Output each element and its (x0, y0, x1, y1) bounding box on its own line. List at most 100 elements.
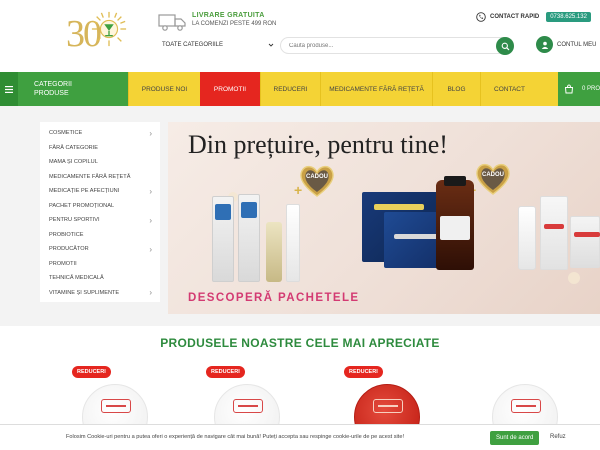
chevron-right-icon: › (149, 128, 152, 138)
account-label: CONTUL MEU (557, 41, 597, 48)
cookie-refuse-button[interactable]: Refuz (550, 434, 566, 440)
search-icon (501, 42, 509, 50)
nav-item-label: BLOG (447, 85, 466, 93)
contact-label: CONTACT RAPID (490, 14, 540, 20)
cart-label: 0 PRO (582, 86, 600, 92)
categories-menu-label: CATEGORII PRODUSE (34, 81, 72, 97)
category-sidebar: COSMETICE › FĂRĂ CATEGORIE MAMA ȘI COPILU… (40, 122, 160, 302)
cookie-message: Folosim Cookie-uri pentru a putea oferi … (66, 434, 404, 440)
site-header: 30 LIVRARE GRATUITA LA COMENZI PESTE 499… (0, 0, 600, 72)
quick-contact[interactable]: CONTACT RAPID 0738.625.132 (476, 12, 591, 22)
nav-item-label: PRODUSE NOI (141, 85, 188, 93)
nav-item-label: REDUCERI (273, 85, 308, 93)
product-box-label (241, 202, 257, 218)
sidebar-item-promo-pack[interactable]: PACHET PROMOȚIONAL (40, 199, 160, 214)
sidebar-item-medical-devices[interactable]: TEHNICĂ MEDICALĂ (40, 271, 160, 286)
chevron-down-icon (268, 43, 274, 47)
product-label-stamp (233, 399, 263, 413)
sidebar-item-medication-by-condition[interactable]: MEDICAȚIE PE AFECȚIUNI › (40, 184, 160, 199)
free-shipping-info: LIVRARE GRATUITA LA COMENZI PESTE 499 RO… (158, 12, 276, 32)
promo-banner[interactable]: Din prețuire, pentru tine! CADOU CADOU +… (168, 122, 600, 314)
heart-gift-icon: CADOU (474, 160, 512, 196)
categories-menu-button[interactable]: CATEGORII PRODUSE (0, 72, 128, 106)
nav-item-contact[interactable]: CONTACT (480, 72, 538, 106)
shipping-subtitle: LA COMENZI PESTE 499 RON (192, 21, 277, 27)
sun-logo-icon (91, 11, 127, 47)
nav-item-promotions[interactable]: PROMOTII (200, 72, 260, 106)
sidebar-item-label: PRODUCĂTOR (49, 246, 89, 253)
section-title: PRODUSELE NOASTRE CELE MAI APRECIATE (160, 336, 440, 350)
sidebar-item-probiotics[interactable]: PROBIOTICE (40, 228, 160, 243)
sidebar-item-mother-child[interactable]: MAMA ȘI COPILUL (40, 155, 160, 170)
product-box-label (394, 234, 442, 239)
category-select-value: TOATE CATEGORIILE (162, 42, 224, 48)
product-box-image (540, 196, 568, 270)
nav-item-new-products[interactable]: PRODUSE NOI (128, 72, 200, 106)
search-input[interactable] (289, 41, 489, 51)
cart-button[interactable]: 0 PRO (558, 72, 600, 106)
discount-badge: REDUCERI (206, 366, 245, 378)
sidebar-item-otc-medicines[interactable]: MEDICAMENTE FĂRĂ REȚETĂ (40, 170, 160, 185)
nav-item-otc-medicines[interactable]: MEDICAMENTE FĂRĂ REȚETĂ (320, 72, 432, 106)
shipping-title: LIVRARE GRATUITA (192, 12, 265, 19)
main-nav: CATEGORII PRODUSE PRODUSE NOI PROMOTII R… (0, 72, 600, 106)
cookie-accept-button[interactable]: Sunt de acord (490, 431, 540, 445)
product-box-label (215, 204, 231, 220)
site-logo[interactable]: 30 (66, 10, 128, 56)
sidebar-item-label: COSMETICE (49, 130, 83, 137)
sparkle-decoration (568, 272, 580, 284)
product-label-stamp (373, 399, 403, 413)
sidebar-item-label: MAMA ȘI COPILUL (49, 159, 98, 166)
bottle-cap (444, 176, 466, 186)
category-select[interactable]: TOATE CATEGORIILE (162, 38, 274, 52)
plus-icon: + (294, 182, 303, 198)
cart-icon (564, 84, 574, 94)
product-label-stamp (101, 399, 131, 413)
banner-title: Din prețuire, pentru tine! (188, 130, 448, 159)
product-label-stamp (511, 399, 541, 413)
discount-badge: REDUCERI (344, 366, 383, 378)
gift-label: CADOU (306, 174, 328, 180)
search-bar (280, 37, 514, 55)
account-link[interactable]: CONTUL MEU (536, 36, 596, 53)
product-bottle-image (266, 222, 282, 282)
sidebar-item-label: MEDICAȚIE PE AFECȚIUNI (49, 188, 120, 195)
nav-item-blog[interactable]: BLOG (432, 72, 480, 106)
sidebar-item-cosmetics[interactable]: COSMETICE › (40, 126, 160, 141)
sidebar-item-label: VITAMINE ȘI SUPLIMENTE (49, 289, 120, 296)
chevron-right-icon: › (149, 288, 152, 298)
product-tube-image (518, 206, 536, 270)
product-box-label (574, 232, 600, 237)
chevron-right-icon: › (149, 215, 152, 225)
discount-badge: REDUCERI (72, 366, 111, 378)
sidebar-item-label: TEHNICĂ MEDICALĂ (49, 275, 104, 282)
sidebar-item-label: MEDICAMENTE FĂRĂ REȚETĂ (49, 173, 131, 180)
product-box-label (374, 204, 424, 210)
sidebar-item-label: PACHET PROMOȚIONAL (49, 202, 115, 209)
nav-item-label: MEDICAMENTE FĂRĂ REȚETĂ (329, 85, 424, 93)
banner-cta[interactable]: DESCOPERĂ PACHETELE (188, 292, 359, 304)
sidebar-item-label: PENTRU SPORTIVI (49, 217, 100, 224)
sidebar-item-sports[interactable]: PENTRU SPORTIVI › (40, 213, 160, 228)
sidebar-item-manufacturer[interactable]: PRODUCĂTOR › (40, 242, 160, 257)
heart-gift-icon: CADOU (298, 162, 336, 198)
product-tube-image (286, 204, 300, 282)
sidebar-item-uncategorized[interactable]: FĂRĂ CATEGORIE (40, 141, 160, 156)
nav-item-label: PROMOTII (213, 85, 247, 93)
search-button[interactable] (496, 37, 514, 55)
product-bottle-label (440, 216, 470, 240)
nav-item-label: CONTACT (494, 85, 525, 93)
nav-item-discounts[interactable]: REDUCERI (260, 72, 320, 106)
chevron-right-icon: › (149, 244, 152, 254)
sidebar-item-label: PROBIOTICE (49, 231, 84, 238)
truck-icon (158, 14, 186, 31)
sidebar-item-vitamins[interactable]: VITAMINE ȘI SUPLIMENTE › (40, 286, 160, 301)
contact-phone-number[interactable]: 0738.625.132 (546, 12, 591, 22)
cookie-banner: Folosim Cookie-uri pentru a putea oferi … (0, 424, 600, 450)
sidebar-item-promotions[interactable]: PROMOTII (40, 257, 160, 272)
hamburger-icon (0, 72, 18, 106)
product-box-label (544, 224, 564, 229)
user-icon (536, 36, 553, 53)
gift-label: CADOU (482, 172, 504, 178)
product-box-image (570, 216, 600, 268)
